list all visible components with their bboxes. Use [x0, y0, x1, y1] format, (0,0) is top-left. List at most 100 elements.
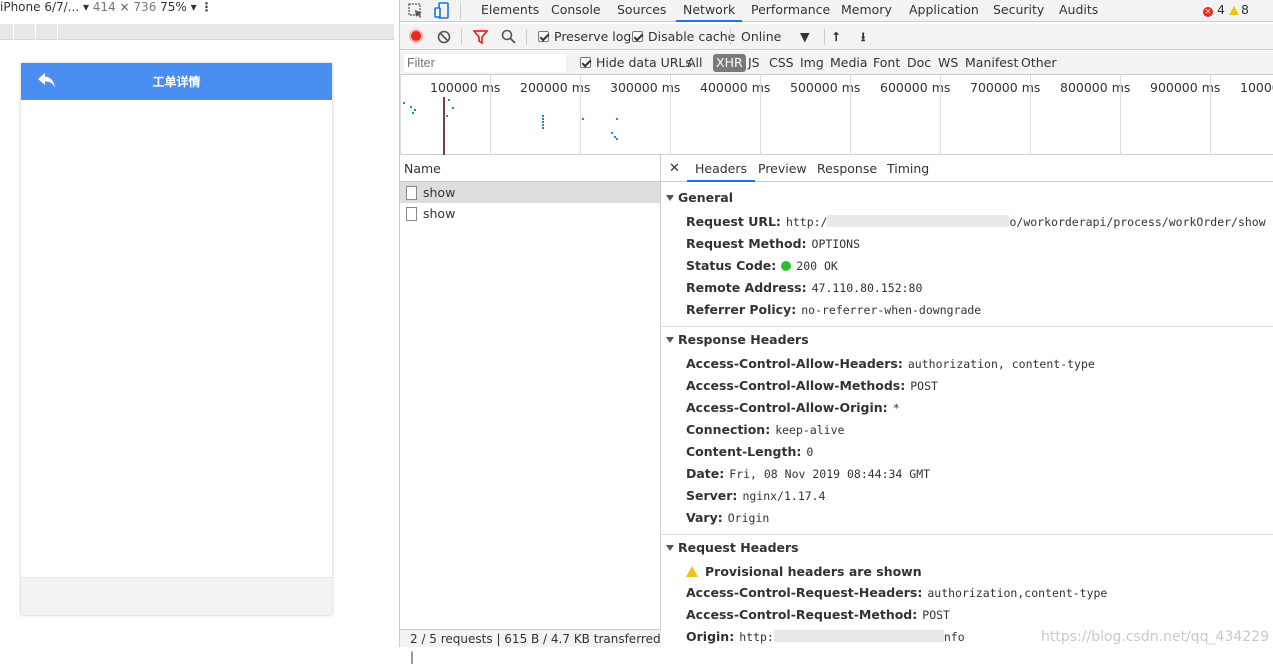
disable-cache-label: Disable cache: [648, 29, 736, 44]
header-value: authorization, content-type: [907, 357, 1095, 371]
request-method-row: Request Method: OPTIONS: [686, 236, 860, 251]
type-filter-img[interactable]: Img: [800, 54, 824, 72]
app-header: 工单详情: [21, 63, 332, 100]
tab-sources[interactable]: Sources: [617, 0, 666, 22]
tab-network[interactable]: Network: [676, 0, 743, 22]
request-headers-toggle[interactable]: Request Headers: [661, 538, 1273, 558]
device-height[interactable]: 736: [133, 0, 156, 14]
header-value: keep-alive: [775, 423, 845, 437]
warning-icon: [686, 566, 698, 577]
header-value: POST: [922, 608, 950, 622]
record-icon[interactable]: [409, 29, 423, 43]
network-toolbar: Preserve log Disable cache Online ▼ ⭡ ⭳: [400, 24, 1273, 50]
search-icon[interactable]: [501, 29, 516, 44]
type-filter-xhr[interactable]: XHR: [713, 54, 746, 72]
disable-cache-checkbox[interactable]: Disable cache: [632, 28, 735, 46]
device-width[interactable]: 414: [93, 0, 116, 14]
export-har-icon[interactable]: ⭳: [861, 28, 865, 46]
status-code-label: Status Code:: [686, 258, 777, 273]
toolbar-divider: [824, 29, 825, 45]
import-har-icon[interactable]: ⭡: [833, 28, 839, 46]
media-query-bar[interactable]: [0, 24, 395, 40]
header-value: authorization,content-type: [927, 586, 1108, 600]
back-arrow-icon[interactable]: [37, 72, 57, 90]
toolbar-divider: [461, 29, 462, 45]
remote-address-value: 47.110.80.152:80: [811, 281, 923, 295]
more-options-icon[interactable]: ⋮: [201, 0, 213, 14]
tab-security[interactable]: Security: [993, 0, 1044, 22]
tab-console[interactable]: Console: [551, 0, 601, 22]
timeline-gridline: [580, 75, 581, 155]
clear-icon[interactable]: [437, 30, 451, 44]
header-value: Fri, 08 Nov 2019 08:44:34 GMT: [729, 467, 931, 481]
type-filter-ws[interactable]: WS: [938, 54, 958, 72]
tab-application[interactable]: Application: [909, 0, 979, 22]
header-key: Date:: [686, 466, 725, 481]
header-row: Connection: keep-alive: [686, 422, 844, 437]
header-key: Access-Control-Request-Method:: [686, 607, 918, 622]
type-filter-other[interactable]: Other: [1021, 54, 1057, 72]
tab-audits[interactable]: Audits: [1059, 0, 1098, 22]
request-row[interactable]: show: [400, 182, 660, 203]
response-headers-toggle[interactable]: Response Headers: [661, 330, 1273, 350]
type-filter-js[interactable]: JS: [748, 54, 760, 72]
request-row[interactable]: show: [400, 203, 660, 224]
error-counter[interactable]: ✕ 4: [1203, 0, 1225, 22]
tab-preview[interactable]: Preview: [758, 155, 807, 182]
tab-performance[interactable]: Performance: [751, 0, 830, 22]
network-overview-timeline[interactable]: 100000 ms 200000 ms 300000 ms 400000 ms …: [400, 75, 1273, 155]
timeline-gridline: [1120, 75, 1121, 155]
header-row: Access-Control-Allow-Origin: *: [686, 400, 900, 415]
tab-elements[interactable]: Elements: [481, 0, 539, 22]
filter-input[interactable]: [404, 54, 566, 72]
header-value: 0: [806, 445, 814, 459]
hide-data-urls-checkbox[interactable]: Hide data URLs: [580, 54, 692, 72]
referrer-policy-row: Referrer Policy: no-referrer-when-downgra…: [686, 302, 981, 317]
header-key: Access-Control-Allow-Headers:: [686, 356, 903, 371]
general-section-toggle[interactable]: General: [661, 188, 1273, 208]
redacted-text: [773, 630, 944, 642]
filter-icon[interactable]: [473, 30, 488, 44]
header-row: Access-Control-Allow-Headers: authorizati…: [686, 356, 1095, 371]
type-filter-css[interactable]: CSS: [769, 54, 794, 72]
header-key: Server:: [686, 488, 738, 503]
chevron-down-icon: ▼: [800, 29, 810, 44]
devtools-tabbar: Elements Console Sources Network Perform…: [400, 0, 1273, 22]
preserve-log-checkbox[interactable]: Preserve log: [538, 28, 631, 46]
referrer-policy-value: no-referrer-when-downgrade: [801, 303, 982, 317]
device-select[interactable]: iPhone 6/7/... ▾: [0, 0, 89, 14]
close-icon[interactable]: ✕: [669, 155, 680, 182]
timeline-gridline: [1210, 75, 1211, 155]
request-headers-section: Request Headers: [661, 538, 1273, 558]
header-row: Access-Control-Request-Headers: authoriza…: [686, 585, 1107, 600]
type-filter-all[interactable]: All: [687, 54, 703, 72]
throttle-select[interactable]: Online ▼: [741, 28, 810, 46]
device-name: iPhone 6/7/...: [0, 0, 80, 14]
request-list: Name show show 2 / 5 requests | 615 B / …: [400, 155, 661, 664]
checkbox-checked: [580, 57, 591, 68]
detail-tabbar: ✕ Headers Preview Response Timing: [661, 155, 1273, 182]
type-filter-media[interactable]: Media: [830, 54, 868, 72]
dimension-separator: ×: [119, 0, 130, 14]
tab-response[interactable]: Response: [817, 155, 877, 182]
type-filter-font[interactable]: Font: [873, 54, 900, 72]
type-filter-doc[interactable]: Doc: [907, 54, 931, 72]
tab-headers[interactable]: Headers: [687, 155, 756, 182]
type-filter-manifest[interactable]: Manifest: [965, 54, 1018, 72]
referrer-policy-label: Referrer Policy:: [686, 302, 797, 317]
request-url-row: Request URL: http:/ o/workorderapi/process…: [686, 214, 1266, 229]
request-name: show: [423, 185, 456, 200]
provisional-warning: Provisional headers are shown: [686, 564, 922, 579]
device-toolbar: iPhone 6/7/... ▾ 414 × 736 75% ▾ ⋮: [0, 0, 399, 14]
inspect-element-icon[interactable]: [408, 3, 424, 19]
tab-memory[interactable]: Memory: [841, 0, 892, 22]
request-method-value: OPTIONS: [811, 237, 860, 251]
column-header-name[interactable]: Name: [400, 155, 660, 182]
header-row: Vary: Origin: [686, 510, 769, 525]
zoom-select[interactable]: 75% ▾: [160, 0, 197, 14]
header-key: Vary:: [686, 510, 723, 525]
origin-start: http:: [739, 630, 774, 644]
tab-timing[interactable]: Timing: [887, 155, 929, 182]
warning-counter[interactable]: 8: [1229, 0, 1249, 22]
device-toggle-icon[interactable]: [434, 2, 450, 19]
